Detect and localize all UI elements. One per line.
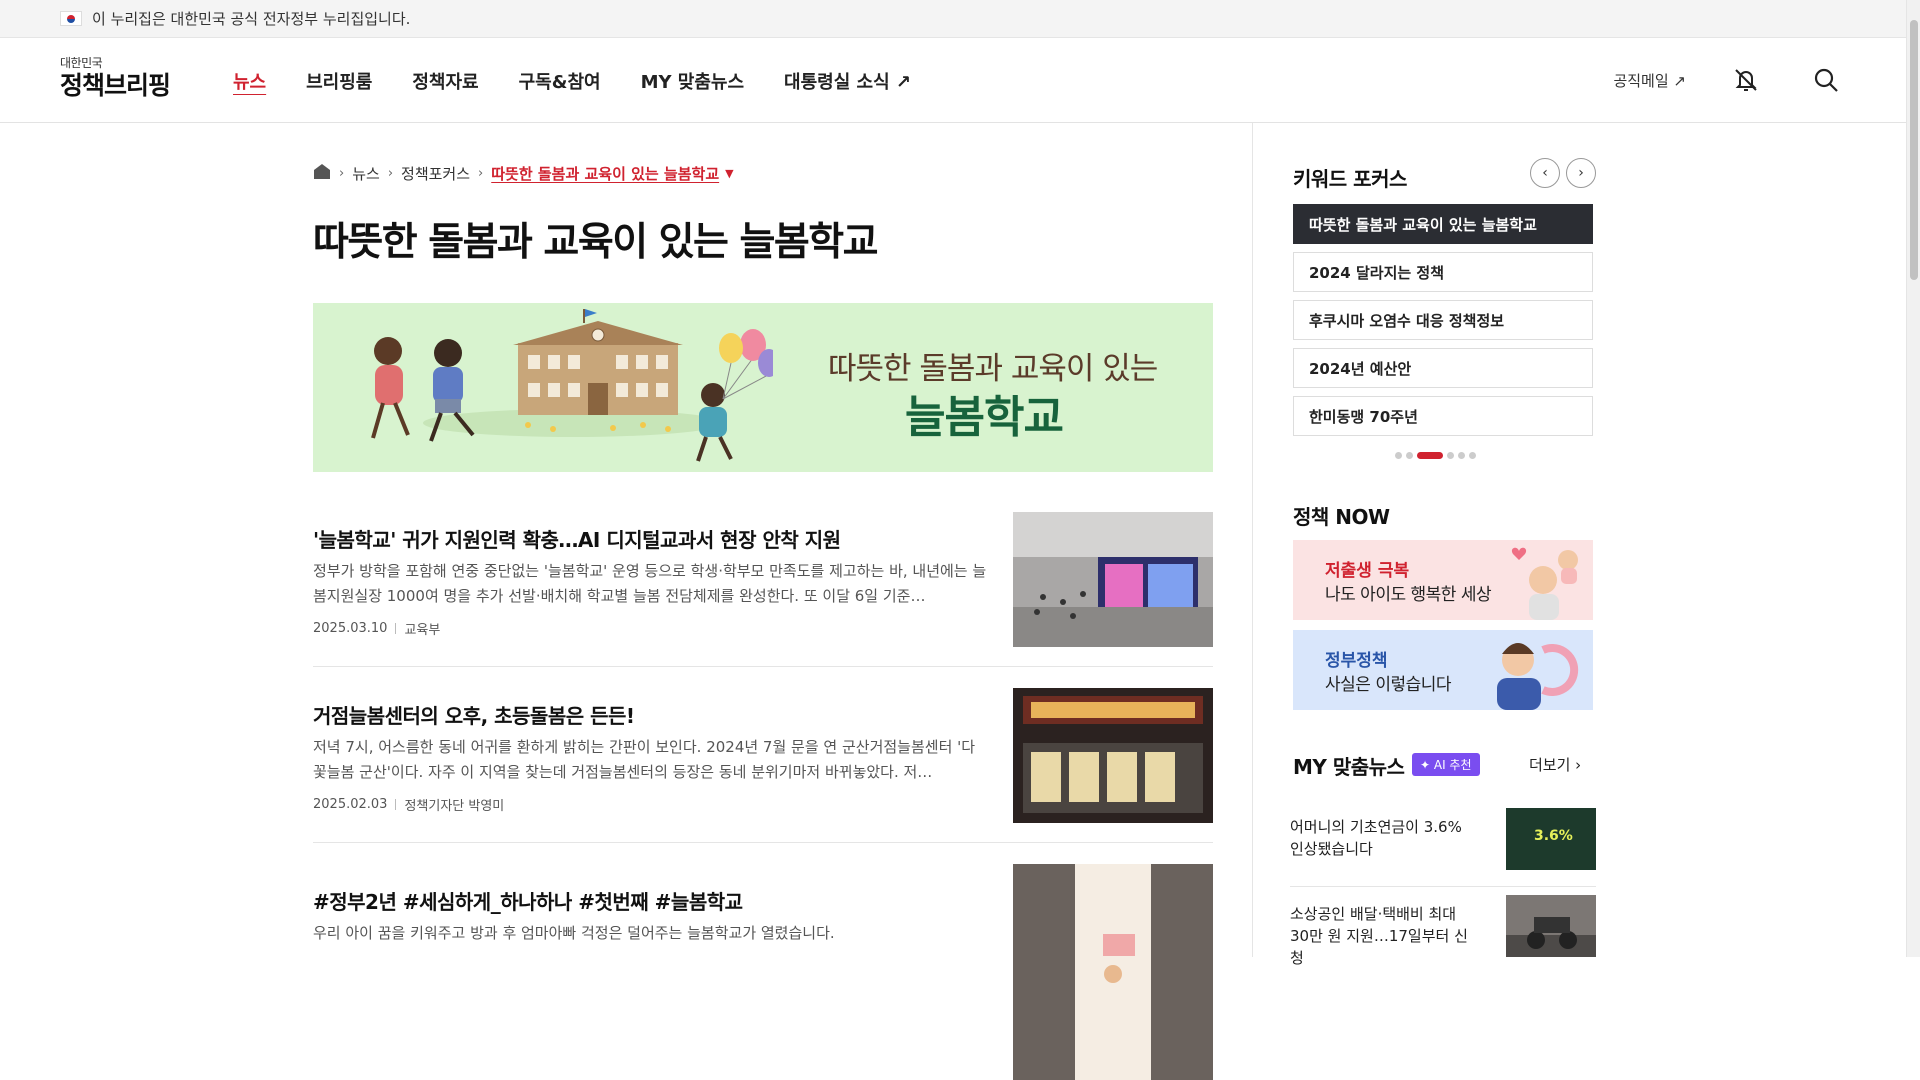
home-icon[interactable] xyxy=(313,163,331,184)
keyword-list: 따뜻한 돌봄과 교육이 있는 늘봄학교 2024 달라지는 정책 후쿠시마 오염… xyxy=(1293,204,1593,444)
carousel-pagination xyxy=(1395,452,1476,459)
pagination-dot[interactable] xyxy=(1447,452,1454,459)
breadcrumb-news[interactable]: 뉴스 xyxy=(352,163,380,184)
keyword-item[interactable]: 2024 달라지는 정책 xyxy=(1293,252,1593,292)
article-item[interactable]: 거점늘봄센터의 오후, 초등돌봄은 든든! 저녁 7시, 어스름한 동네 어귀를… xyxy=(313,688,1213,843)
chevron-right-icon[interactable]: › xyxy=(1566,158,1596,188)
article-thumbnail[interactable] xyxy=(1013,688,1213,823)
nav-news[interactable]: 뉴스 xyxy=(233,68,266,94)
pagination-dot[interactable] xyxy=(1406,452,1413,459)
keyword-carousel-controls: ‹ › xyxy=(1530,158,1596,188)
nav-subscribe-participate[interactable]: 구독&참여 xyxy=(519,68,601,94)
promo-subtitle: 사실은 이렇습니다 xyxy=(1325,675,1452,695)
article-thumbnail[interactable] xyxy=(1013,864,1213,1080)
keyword-item[interactable]: 후쿠시마 오염수 대응 정책정보 xyxy=(1293,300,1593,340)
article-item[interactable]: #정부2년 #세심하게_하나하나 #첫번째 #늘봄학교 우리 아이 꿈을 키워주… xyxy=(313,864,1213,1080)
meta-divider xyxy=(395,623,397,634)
caret-down-icon[interactable]: ▼ xyxy=(725,167,733,180)
logo-small-text: 대한민국 xyxy=(60,56,103,70)
article-summary: 정부가 방학을 포함해 연중 중단없는 '늘봄학교' 운영 등으로 학생·학부모… xyxy=(313,562,987,605)
nav-policy-materials[interactable]: 정책자료 xyxy=(412,68,478,94)
keyword-item[interactable]: 한미동맹 70주년 xyxy=(1293,396,1593,436)
my-news-thumbnail[interactable]: 3.6% xyxy=(1506,808,1596,870)
header-utilities: 공직메일 ↗ xyxy=(1613,60,1846,100)
list-divider xyxy=(1290,886,1596,887)
site-logo[interactable]: 대한민국 정책브리핑 xyxy=(60,54,180,109)
promo-low-birth[interactable]: 저출생 극복 나도 아이도 행복한 세상 xyxy=(1293,540,1593,620)
page-title: 따뜻한 돌봄과 교육이 있는 늘봄학교 xyxy=(313,220,879,265)
chevron-right-icon: › xyxy=(387,166,394,181)
pagination-dot[interactable] xyxy=(1395,452,1402,459)
my-news-title[interactable]: 소상공인 배달·택배비 최대 30만 원 지원…17일부터 신청 xyxy=(1290,903,1475,969)
article-meta: 2025.03.10 교육부 xyxy=(313,619,440,638)
main-nav: 뉴스 브리핑룸 정책자료 구독&참여 MY 맞춤뉴스 대통령실 소식 ↗ xyxy=(233,68,911,94)
thumbnail-text: 3.6% xyxy=(1534,828,1573,844)
chevron-right-icon: › xyxy=(478,166,484,181)
page-scrollbar[interactable] xyxy=(1906,0,1920,957)
policy-now-heading: 정책 NOW xyxy=(1293,505,1390,529)
gov-banner: 이 누리집은 대한민국 공식 전자정부 누리집입니다. xyxy=(0,0,1906,38)
article-meta: 2025.02.03 정책기자단 박영미 xyxy=(313,795,504,814)
pagination-dot-active[interactable] xyxy=(1417,452,1443,459)
site-header: 대한민국 정책브리핑 뉴스 브리핑룸 정책자료 구독&참여 MY 맞춤뉴스 대통… xyxy=(0,38,1906,123)
article-summary: 우리 아이 꿈을 키워주고 방과 후 엄마아빠 걱정은 덜어주는 늘봄학교가 열… xyxy=(313,924,835,942)
article-title[interactable]: 거점늘봄센터의 오후, 초등돌봄은 든든! xyxy=(313,700,635,729)
article-date: 2025.02.03 xyxy=(313,797,388,812)
gov-banner-text: 이 누리집은 대한민국 공식 전자정부 누리집입니다. xyxy=(92,10,411,28)
promo-title: 저출생 극복 xyxy=(1325,561,1410,581)
keyword-item[interactable]: 따뜻한 돌봄과 교육이 있는 늘봄학교 xyxy=(1293,204,1593,244)
article-summary: 저녁 7시, 어스름한 동네 어귀를 환하게 밝히는 간판이 보인다. 2024… xyxy=(313,738,976,781)
pagination-dot[interactable] xyxy=(1458,452,1465,459)
promo-title: 정부정책 xyxy=(1325,651,1388,671)
pagination-dot[interactable] xyxy=(1469,452,1476,459)
chevron-left-icon[interactable]: ‹ xyxy=(1530,158,1560,188)
my-news-heading: MY 맞춤뉴스 xyxy=(1293,755,1405,779)
breadcrumb-policy-focus[interactable]: 정책포커스 xyxy=(401,163,470,184)
banner-title: 늘봄학교 xyxy=(905,392,1064,443)
logo-text: 정책브리핑 xyxy=(60,71,171,100)
banner-illustration xyxy=(371,309,773,462)
nav-presidential-office[interactable]: 대통령실 소식 ↗ xyxy=(784,68,911,94)
promo-subtitle: 나도 아이도 행복한 세상 xyxy=(1325,585,1492,605)
my-news-thumbnail[interactable] xyxy=(1506,895,1596,957)
article-title[interactable]: #정부2년 #세심하게_하나하나 #첫번째 #늘봄학교 xyxy=(313,886,743,915)
scrollbar-thumb[interactable] xyxy=(1910,20,1918,280)
nav-briefing-room[interactable]: 브리핑룸 xyxy=(306,68,372,94)
column-divider xyxy=(1252,123,1253,957)
keyword-focus-heading: 키워드 포커스 xyxy=(1293,167,1407,191)
korea-flag-icon xyxy=(60,11,82,26)
my-news-item[interactable]: 어머니의 기초연금이 3.6% 인상됐습니다 3.6% xyxy=(1290,808,1596,880)
meta-divider xyxy=(395,799,397,810)
article-thumbnail[interactable] xyxy=(1013,512,1213,647)
topic-banner: 따뜻한 돌봄과 교육이 있는 늘봄학교 xyxy=(313,303,1213,472)
breadcrumb: › 뉴스 › 정책포커스 › 따뜻한 돌봄과 교육이 있는 늘봄학교 ▼ xyxy=(313,163,734,184)
my-news-title[interactable]: 어머니의 기초연금이 3.6% 인상됐습니다 xyxy=(1290,816,1475,860)
article-title[interactable]: '늘봄학교' 귀가 지원인력 확충…AI 디지털교과서 현장 안착 지원 xyxy=(313,524,841,553)
more-link[interactable]: 더보기 › xyxy=(1529,754,1581,775)
article-date: 2025.03.10 xyxy=(313,621,388,636)
article-source: 교육부 xyxy=(404,623,441,638)
ai-recommend-badge: ✦ AI 추천 xyxy=(1412,753,1480,776)
family-illustration xyxy=(1511,547,1578,620)
article-item[interactable]: '늘봄학교' 귀가 지원인력 확충…AI 디지털교과서 현장 안착 지원 정부가… xyxy=(313,512,1213,667)
official-illustration xyxy=(1497,643,1579,710)
my-news-item[interactable]: 소상공인 배달·택배비 최대 30만 원 지원…17일부터 신청 xyxy=(1290,895,1596,967)
promo-fact-check[interactable]: 정부정책 사실은 이렇습니다 xyxy=(1293,630,1593,710)
nav-my-news[interactable]: MY 맞춤뉴스 xyxy=(641,68,744,94)
breadcrumb-current[interactable]: 따뜻한 돌봄과 교육이 있는 늘봄학교 xyxy=(491,163,719,184)
chevron-right-icon: › xyxy=(339,166,345,181)
article-source: 정책기자단 박영미 xyxy=(404,799,505,814)
keyword-item[interactable]: 2024년 예산안 xyxy=(1293,348,1593,388)
notification-off-icon[interactable] xyxy=(1726,60,1766,100)
official-mail-link[interactable]: 공직메일 ↗ xyxy=(1613,70,1686,91)
search-icon[interactable] xyxy=(1806,60,1846,100)
